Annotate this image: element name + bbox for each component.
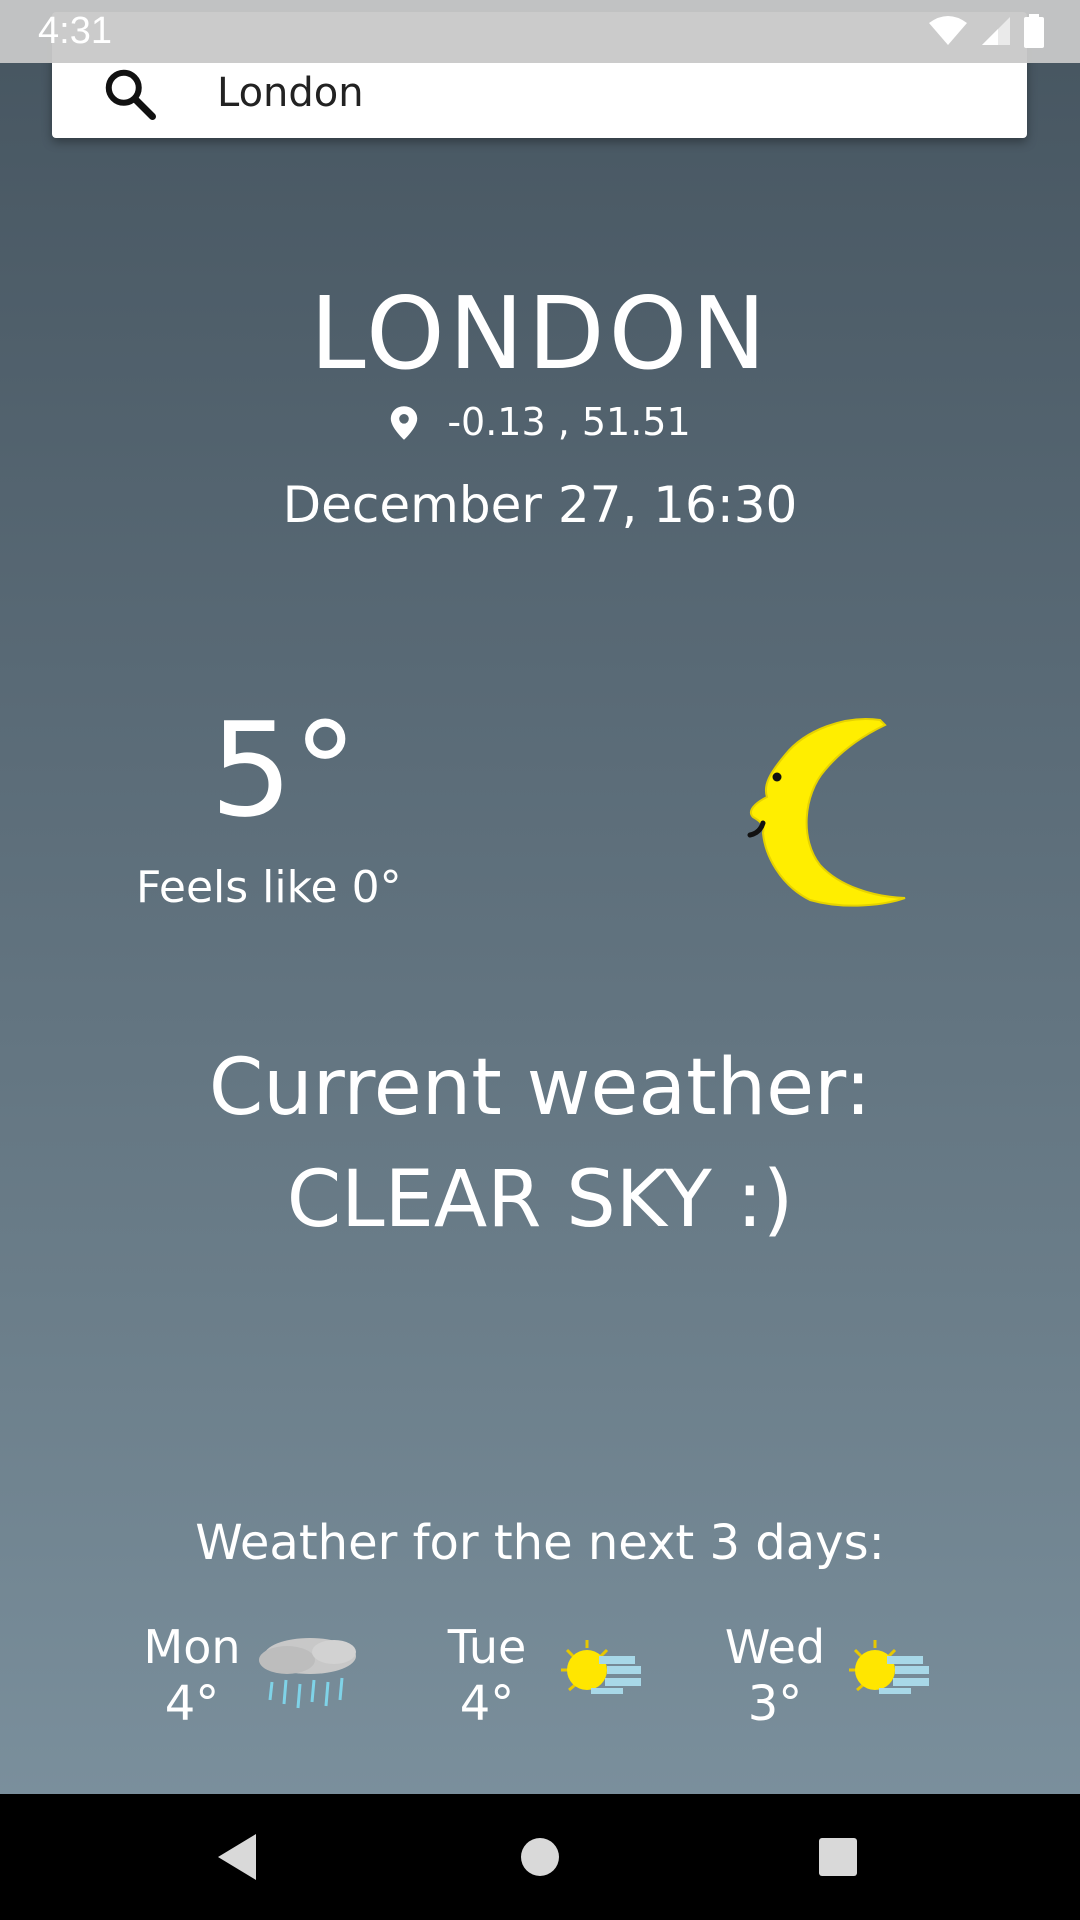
recents-icon[interactable] bbox=[803, 1822, 873, 1892]
forecast-day-mon: Mon 4° bbox=[132, 1620, 392, 1732]
status-icons bbox=[928, 14, 1044, 48]
coordinates-row: -0.13 , 51.51 bbox=[0, 400, 1080, 444]
feels-like: Feels like 0° bbox=[136, 862, 402, 913]
forecast-day-temp: 3° bbox=[747, 1676, 803, 1732]
current-temperature: 5° bbox=[210, 694, 358, 846]
forecast-day-temp: 4° bbox=[164, 1676, 220, 1732]
sun-cloud-icon bbox=[849, 1640, 929, 1694]
date-time: December 27, 16:30 bbox=[282, 476, 798, 534]
forecast-day-tue: Tue 4° bbox=[427, 1620, 687, 1732]
moon-clear-night-icon bbox=[747, 718, 906, 907]
home-icon[interactable] bbox=[505, 1822, 575, 1892]
city-name: LONDON bbox=[309, 275, 771, 392]
forecast-day-temp: 4° bbox=[459, 1676, 515, 1732]
weather-app: 4:31 LONDON -0.13 , 51.51 De bbox=[0, 0, 1080, 1794]
search-icon[interactable] bbox=[100, 64, 160, 124]
wifi-icon bbox=[929, 16, 967, 45]
current-weather-condition: CLEAR SKY :) bbox=[286, 1155, 794, 1245]
status-time: 4:31 bbox=[38, 10, 112, 52]
current-weather: Current weather: CLEAR SKY :) bbox=[0, 1032, 1080, 1256]
coordinates: -0.13 , 51.51 bbox=[447, 400, 691, 444]
battery-icon bbox=[1024, 14, 1044, 48]
back-icon[interactable] bbox=[204, 1822, 274, 1892]
forecast-day-name: Mon bbox=[143, 1620, 241, 1674]
sun-cloud-icon bbox=[561, 1640, 641, 1694]
forecast-day-name: Wed bbox=[724, 1620, 826, 1674]
current-weather-label: Current weather: bbox=[208, 1043, 872, 1133]
signal-icon bbox=[982, 17, 1010, 45]
forecast-title: Weather for the next 3 days: bbox=[195, 1515, 885, 1571]
status-bar: 4:31 bbox=[0, 0, 1080, 63]
location-pin-icon bbox=[391, 406, 418, 440]
rain-cloud-icon bbox=[259, 1638, 356, 1709]
forecast-day-name: Tue bbox=[447, 1620, 527, 1674]
navigation-bar bbox=[0, 1794, 1080, 1920]
forecast-day-wed: Wed 3° bbox=[715, 1620, 975, 1732]
search-input[interactable] bbox=[217, 66, 977, 120]
